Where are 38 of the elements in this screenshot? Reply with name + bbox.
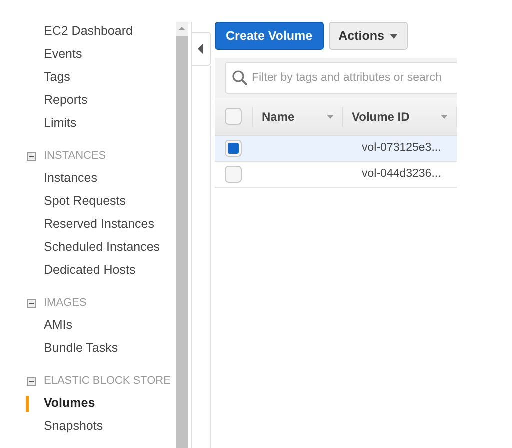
- collapse-icon[interactable]: [27, 152, 36, 160]
- sidebar-item[interactable]: Dedicated Hosts: [44, 261, 136, 280]
- column-header[interactable]: Volume ID: [352, 108, 410, 126]
- sidebar-item[interactable]: AMIs: [44, 316, 72, 335]
- sidebar-item[interactable]: Events: [44, 45, 82, 64]
- table-cell-text: vol-044d3236...: [362, 166, 442, 182]
- sidebar-item[interactable]: Tags: [44, 68, 70, 87]
- section-header: IMAGES: [44, 296, 87, 311]
- sort-icon[interactable]: [327, 114, 334, 118]
- checkbox[interactable]: [225, 108, 242, 125]
- section-header: INSTANCES: [44, 148, 106, 164]
- sidebar-item[interactable]: Spot Requests: [44, 192, 126, 211]
- sidebar-item[interactable]: Bundle Tasks: [44, 339, 118, 358]
- collapse-icon[interactable]: [27, 298, 36, 308]
- create-volume-button[interactable]: Create Volume: [215, 22, 324, 50]
- sort-icon[interactable]: [441, 114, 448, 118]
- sidebar-item[interactable]: Volumes: [44, 394, 96, 413]
- sidebar-item[interactable]: Limits: [44, 114, 77, 133]
- search-icon: [232, 70, 248, 86]
- actions-button[interactable]: Actions: [328, 22, 408, 50]
- table-cell-text: vol-073125e3...: [362, 140, 442, 156]
- column-header[interactable]: Name: [262, 108, 295, 126]
- collapse-sidebar-button[interactable]: [192, 32, 211, 66]
- sidebar-item[interactable]: Reports: [44, 91, 88, 110]
- collapse-icon[interactable]: [27, 376, 36, 386]
- sidebar-item[interactable]: EC2 Dashboard: [44, 22, 133, 41]
- filter-field[interactable]: Filter by tags and attributes or search: [225, 62, 457, 94]
- checkbox[interactable]: [225, 140, 242, 157]
- sidebar-item[interactable]: Instances: [44, 169, 98, 188]
- sidebar-item[interactable]: Scheduled Instances: [44, 238, 160, 257]
- table-row[interactable]: vol-073125e3...: [215, 136, 457, 162]
- caret-icon: [198, 44, 204, 54]
- section-header: ELASTIC BLOCK STORE: [44, 374, 171, 389]
- caret-icon: [390, 34, 398, 38]
- checkbox[interactable]: [225, 166, 242, 183]
- sidebar-item[interactable]: Snapshots: [44, 417, 104, 436]
- sidebar-item[interactable]: Reserved Instances: [44, 215, 154, 234]
- scrollbar[interactable]: [176, 22, 188, 448]
